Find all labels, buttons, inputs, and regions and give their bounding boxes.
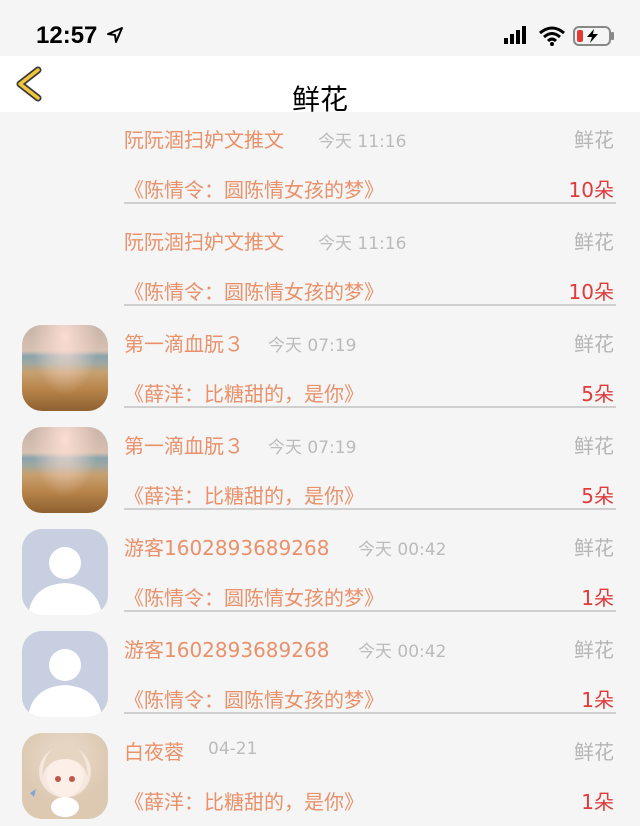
- list-item[interactable]: 白夜蓉 04-21 鲜花 《薛洋：比糖甜的，是你》 1朵: [0, 724, 640, 826]
- timestamp: 04-21: [208, 739, 258, 759]
- gift-count: 5朵: [581, 382, 614, 406]
- battery-charging-icon: [573, 26, 614, 46]
- gift-type: 鲜花: [574, 536, 614, 560]
- anime-girl-avatar-icon: [30, 745, 88, 817]
- timestamp: 今天 07:19: [268, 336, 357, 356]
- user-name[interactable]: 第一滴血朊３: [124, 328, 244, 357]
- avatar[interactable]: [22, 529, 108, 615]
- location-arrow-icon: [107, 27, 123, 43]
- gift-type: 鲜花: [574, 434, 614, 458]
- gift-type: 鲜花: [574, 638, 614, 662]
- book-title[interactable]: 《陈情令：圆陈情女孩的梦》: [124, 276, 384, 305]
- book-title[interactable]: 《陈情令：圆陈情女孩的梦》: [124, 174, 384, 203]
- list-item[interactable]: 阮阮涸扫妒文推文 今天 11:16 鲜花 《陈情令：圆陈情女孩的梦》 10朵: [0, 214, 640, 316]
- gift-count: 10朵: [568, 280, 614, 304]
- divider: [124, 508, 616, 510]
- avatar[interactable]: [22, 427, 108, 513]
- list-item[interactable]: 第一滴血朊３ 今天 07:19 鲜花 《薛洋：比糖甜的，是你》 5朵: [0, 418, 640, 520]
- wifi-icon: [539, 26, 565, 46]
- status-time: 12:57: [36, 22, 98, 49]
- timestamp: 今天 11:16: [318, 132, 407, 152]
- book-title[interactable]: 《陈情令：圆陈情女孩的梦》: [124, 582, 384, 611]
- timestamp: 今天 07:19: [268, 438, 357, 458]
- timestamp: 今天 00:42: [358, 540, 447, 560]
- list-item[interactable]: 第一滴血朊３ 今天 07:19 鲜花 《薛洋：比糖甜的，是你》 5朵: [0, 316, 640, 418]
- list-item[interactable]: 游客1602893689268 今天 00:42 鲜花 《陈情令：圆陈情女孩的梦…: [0, 622, 640, 724]
- book-title[interactable]: 《薛洋：比糖甜的，是你》: [124, 786, 364, 815]
- status-bar: 12:57: [0, 0, 640, 56]
- avatar[interactable]: [22, 325, 108, 411]
- user-name[interactable]: 阮阮涸扫妒文推文: [124, 226, 284, 255]
- divider: [124, 712, 616, 714]
- default-user-icon: [28, 649, 102, 717]
- nav-bar: 鲜花: [0, 56, 640, 116]
- gift-type: 鲜花: [574, 740, 614, 764]
- user-name[interactable]: 白夜蓉: [124, 736, 184, 765]
- divider: [124, 202, 616, 204]
- gift-count: 1朵: [581, 586, 614, 610]
- avatar[interactable]: [22, 733, 108, 819]
- gift-count: 1朵: [581, 790, 614, 814]
- timestamp: 今天 11:16: [318, 234, 407, 254]
- book-title[interactable]: 《陈情令：圆陈情女孩的梦》: [124, 684, 384, 713]
- list-item[interactable]: 阮阮涸扫妒文推文 今天 11:16 鲜花 《陈情令：圆陈情女孩的梦》 10朵: [0, 112, 640, 214]
- gift-type: 鲜花: [574, 128, 614, 152]
- user-name[interactable]: 第一滴血朊３: [124, 430, 244, 459]
- gift-type: 鲜花: [574, 332, 614, 356]
- gift-type: 鲜花: [574, 230, 614, 254]
- gift-list: 阮阮涸扫妒文推文 今天 11:16 鲜花 《陈情令：圆陈情女孩的梦》 10朵 阮…: [0, 112, 640, 826]
- timestamp: 今天 00:42: [358, 642, 447, 662]
- divider: [124, 304, 616, 306]
- list-item[interactable]: 游客1602893689268 今天 00:42 鲜花 《陈情令：圆陈情女孩的梦…: [0, 520, 640, 622]
- user-name[interactable]: 阮阮涸扫妒文推文: [124, 124, 284, 153]
- divider: [124, 406, 616, 408]
- gift-count: 10朵: [568, 178, 614, 202]
- gift-count: 1朵: [581, 688, 614, 712]
- divider: [124, 610, 616, 612]
- book-title[interactable]: 《薛洋：比糖甜的，是你》: [124, 480, 364, 509]
- gift-count: 5朵: [581, 484, 614, 508]
- user-name[interactable]: 游客1602893689268: [124, 634, 329, 663]
- cellular-signal-icon: [504, 26, 526, 44]
- default-user-icon: [28, 547, 102, 615]
- avatar[interactable]: [22, 631, 108, 717]
- user-name[interactable]: 游客1602893689268: [124, 532, 329, 561]
- book-title[interactable]: 《薛洋：比糖甜的，是你》: [124, 378, 364, 407]
